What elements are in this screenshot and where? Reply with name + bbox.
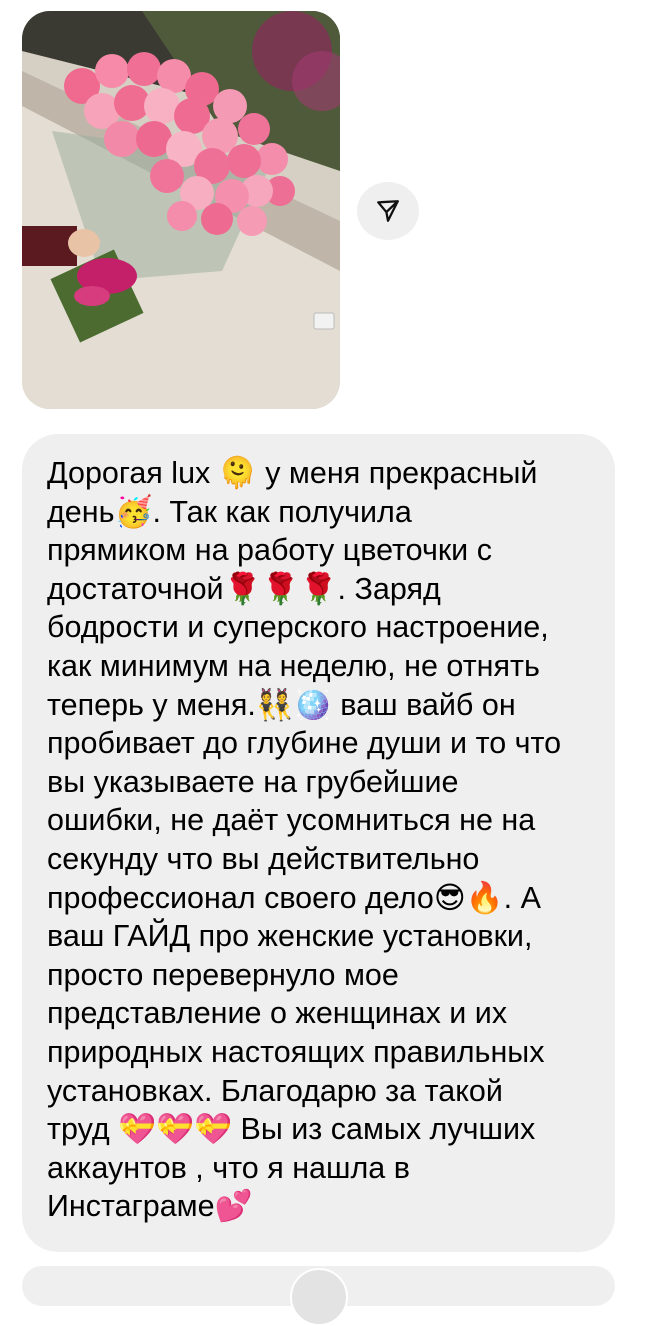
- message-bubble[interactable]: Дорогая lux 🫠 у меня прекрасный день🥳. Т…: [22, 434, 615, 1252]
- share-button[interactable]: [357, 182, 419, 240]
- rose-bouquet-image: [22, 11, 340, 409]
- send-icon: [377, 200, 399, 222]
- avatar[interactable]: [290, 1268, 348, 1326]
- message-text: Дорогая lux 🫠 у меня прекрасный день🥳. Т…: [47, 456, 562, 1224]
- shared-photo[interactable]: [22, 11, 340, 409]
